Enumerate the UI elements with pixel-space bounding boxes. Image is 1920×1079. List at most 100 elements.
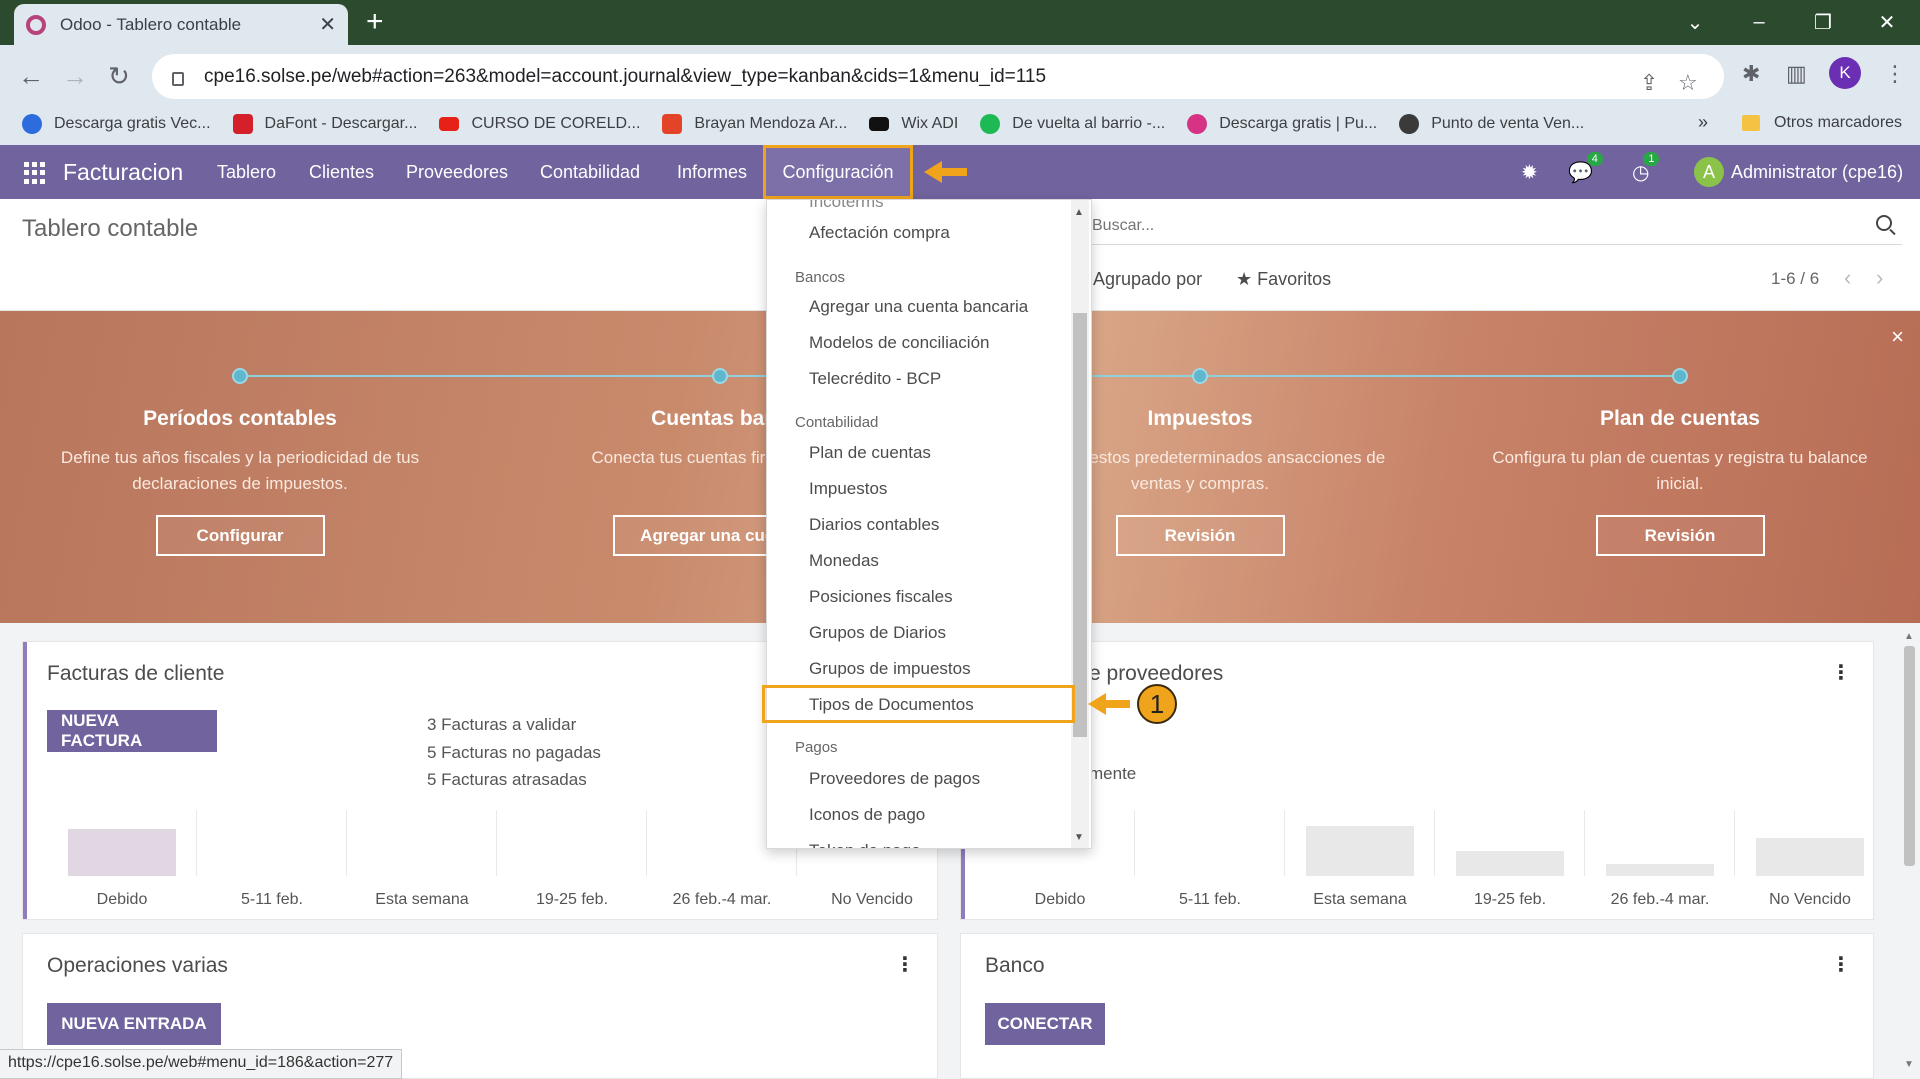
card-title[interactable]: e proveedores (1089, 662, 1223, 686)
odoo-favicon-icon (26, 14, 46, 35)
scroll-down-icon[interactable]: ▼ (1904, 1059, 1914, 1070)
menu-configuracion[interactable]: Configuración (763, 145, 913, 199)
menu-item-journals[interactable]: Diarios contables (809, 515, 939, 535)
bookmark-star-icon[interactable]: ☆ (1678, 70, 1698, 96)
menu-contabilidad[interactable]: Contabilidad (540, 162, 640, 183)
extensions-icon[interactable]: ✱ (1742, 61, 1760, 87)
menu-item-payment-providers[interactable]: Proveedores de pagos (809, 769, 980, 789)
address-bar[interactable]: cpe16.solse.pe/web#action=263&model=acco… (152, 54, 1724, 99)
bookmark-item[interactable]: Brayan Mendoza Ar... (662, 114, 847, 134)
reload-icon[interactable]: ↻ (108, 61, 130, 92)
menu-item-currencies[interactable]: Monedas (809, 551, 879, 571)
vendor-stat-partial[interactable]: mente (1089, 764, 1136, 784)
bookmark-label: Punto de venta Ven... (1431, 115, 1585, 132)
new-entry-button[interactable]: NUEVA ENTRADA (47, 1003, 221, 1045)
app-brand[interactable]: Facturacion (63, 159, 183, 186)
apps-menu-icon[interactable] (24, 162, 46, 184)
menu-tablero[interactable]: Tablero (217, 162, 276, 183)
bug-icon[interactable]: ✹ (1521, 160, 1538, 185)
menu-item-add-bank-account[interactable]: Agregar una cuenta bancaria (809, 297, 1028, 317)
search-input[interactable] (1092, 211, 1852, 241)
menu-item-tax-groups[interactable]: Grupos de impuestos (809, 659, 971, 679)
new-invoice-button[interactable]: NUEVA FACTURA (47, 710, 217, 752)
configure-button[interactable]: Configurar (155, 515, 325, 556)
menu-item-afectacion-compra[interactable]: Afectación compra (809, 223, 950, 243)
card-title[interactable]: Banco (985, 954, 1045, 978)
lock-icon[interactable] (172, 71, 184, 86)
forward-icon[interactable]: → (62, 61, 88, 92)
card-title[interactable]: Facturas de cliente (47, 662, 224, 686)
tab-search-icon[interactable]: ⌄ (1664, 0, 1726, 45)
review-taxes-button[interactable]: Revisión (1115, 515, 1285, 556)
chart-bar[interactable] (1456, 851, 1564, 876)
scroll-up-icon[interactable]: ▲ (1904, 631, 1914, 642)
browser-tab[interactable]: Odoo - Tablero contable ✕ (14, 4, 348, 45)
back-icon[interactable]: ← (18, 61, 44, 92)
unpaid-invoices[interactable]: 5 Facturas no pagadas (427, 743, 601, 763)
menu-item-fiscal-positions[interactable]: Posiciones fiscales (809, 587, 953, 607)
menu-informes[interactable]: Informes (677, 162, 747, 183)
side-panel-icon[interactable]: ▥ (1786, 61, 1807, 87)
activity-clock-icon[interactable]: ◷ 1 (1632, 152, 1660, 185)
menu-item-payment-icons[interactable]: Iconos de pago (809, 805, 925, 825)
page-scrollbar-thumb[interactable] (1904, 646, 1915, 866)
share-icon[interactable]: ⇪ (1640, 70, 1658, 96)
search-icon[interactable] (1876, 215, 1892, 231)
chart-bar[interactable] (1606, 864, 1714, 876)
chart-bar[interactable] (1756, 838, 1864, 876)
profile-avatar[interactable]: K (1829, 57, 1861, 89)
groupby-button[interactable]: Agrupado por (1093, 269, 1202, 290)
close-banner-icon[interactable]: × (1891, 324, 1904, 350)
review-accounts-button[interactable]: Revisión (1595, 515, 1765, 556)
menu-proveedores[interactable]: Proveedores (406, 162, 508, 183)
bookmark-item[interactable]: De vuelta al barrio -... (980, 114, 1165, 134)
connect-bank-button[interactable]: CONECTAR (985, 1003, 1105, 1045)
card-kebab-icon[interactable]: ⋮ (895, 952, 915, 977)
annotation-arrow-shaft (941, 168, 967, 176)
card-kebab-icon[interactable]: ⋮ (1831, 952, 1851, 977)
bookmark-item[interactable]: Punto de venta Ven... (1399, 114, 1584, 134)
dropdown-scroll-down-icon[interactable]: ▼ (1074, 832, 1084, 843)
bookmark-item[interactable]: CURSO DE CORELD... (439, 115, 640, 133)
more-bookmarks-icon[interactable]: » (1698, 112, 1708, 133)
user-menu[interactable]: Administrator (cpe16) (1731, 162, 1903, 183)
close-window-button[interactable]: ✕ (1856, 0, 1918, 45)
late-invoices[interactable]: 5 Facturas atrasadas (427, 770, 587, 790)
chart-bar[interactable] (1306, 826, 1414, 876)
pager-next-icon[interactable]: › (1876, 265, 1883, 291)
card-kebab-icon[interactable]: ⋮ (1831, 660, 1851, 685)
browser-menu-icon[interactable]: ⋮ (1884, 61, 1906, 87)
dropdown-scroll-up-icon[interactable]: ▲ (1074, 207, 1084, 218)
restore-button[interactable]: ❐ (1792, 0, 1854, 45)
menu-item-taxes[interactable]: Impuestos (809, 479, 887, 499)
close-tab-icon[interactable]: ✕ (319, 12, 336, 37)
menu-item-payment-tokens[interactable]: Token de pago (809, 841, 921, 848)
menu-item-reconciliation-models[interactable]: Modelos de conciliación (809, 333, 990, 353)
other-bookmarks-label: Otros marcadores (1774, 114, 1903, 131)
other-bookmarks[interactable]: Otros marcadores (1742, 114, 1902, 132)
menu-item-chart-of-accounts[interactable]: Plan de cuentas (809, 443, 931, 463)
menu-item-incoterms[interactable]: Incoterms (809, 200, 884, 212)
bookmark-item[interactable]: Wix ADI (869, 115, 958, 133)
menu-clientes[interactable]: Clientes (309, 162, 374, 183)
bookmark-item[interactable]: DaFont - Descargar... (232, 114, 417, 134)
dropdown-scrollbar-thumb[interactable] (1073, 313, 1087, 737)
menu-item-telecredito[interactable]: Telecrédito - BCP (809, 369, 941, 389)
user-avatar[interactable]: A (1694, 157, 1724, 187)
pager-prev-icon[interactable]: ‹ (1844, 265, 1851, 291)
invoices-to-validate[interactable]: 3 Facturas a validar (427, 715, 576, 735)
new-tab-button[interactable]: + (366, 7, 384, 37)
favorites-button[interactable]: ★ Favoritos (1236, 269, 1331, 290)
menu-item-journal-groups[interactable]: Grupos de Diarios (809, 623, 946, 643)
bookmark-favicon-icon (980, 114, 1001, 134)
chart-column (1135, 810, 1285, 876)
minimize-button[interactable]: – (1728, 0, 1790, 45)
chat-icon[interactable]: 💬 4 (1568, 152, 1603, 185)
chart-label: No Vencido (1769, 891, 1851, 908)
bookmark-item[interactable]: Descarga gratis | Pu... (1187, 114, 1377, 134)
browser-tab-bar: Odoo - Tablero contable ✕ + ⌄ – ❐ ✕ (0, 0, 1920, 45)
chart-bar[interactable] (68, 829, 176, 876)
pager-value[interactable]: 1-6 / 6 (1771, 269, 1819, 289)
bookmark-item[interactable]: Descarga gratis Vec... (22, 114, 211, 134)
card-title[interactable]: Operaciones varias (47, 954, 228, 978)
